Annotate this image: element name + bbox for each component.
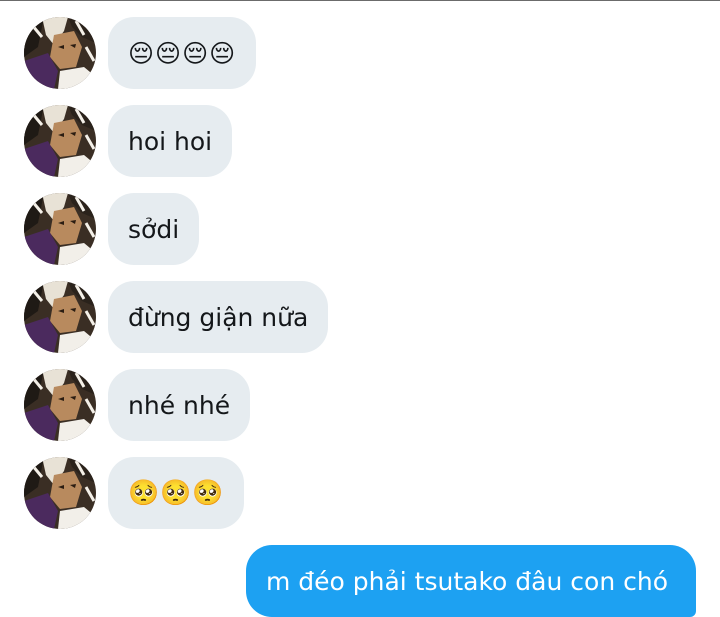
avatar[interactable]	[24, 369, 96, 441]
avatar[interactable]	[24, 17, 96, 89]
message-bubble[interactable]: 🥺🥺🥺	[108, 457, 245, 529]
top-divider	[0, 0, 720, 1]
anime-character-avatar-icon	[24, 281, 96, 353]
avatar[interactable]	[24, 281, 96, 353]
message-bubble[interactable]: hoi hoi	[108, 105, 233, 177]
message-bubble[interactable]: 😔😔😔😔	[108, 17, 257, 89]
received-message: 🥺🥺🥺	[0, 457, 720, 529]
received-message: sởdi	[0, 193, 720, 265]
received-message: hoi hoi	[0, 105, 720, 177]
sent-message-bubble[interactable]: m đéo phải tsutako đâu con chó	[245, 545, 696, 617]
avatar[interactable]	[24, 105, 96, 177]
anime-character-avatar-icon	[24, 105, 96, 177]
received-message: 😔😔😔😔	[0, 17, 720, 89]
anime-character-avatar-icon	[24, 369, 96, 441]
message-bubble[interactable]: sởdi	[108, 193, 200, 265]
anime-character-avatar-icon	[24, 193, 96, 265]
message-bubble[interactable]: đừng giận nữa	[108, 281, 329, 353]
anime-character-avatar-icon	[24, 17, 96, 89]
received-message: nhé nhé	[0, 369, 720, 441]
avatar[interactable]	[24, 457, 96, 529]
message-bubble[interactable]: nhé nhé	[108, 369, 251, 441]
anime-character-avatar-icon	[24, 457, 96, 529]
avatar[interactable]	[24, 193, 96, 265]
received-message: đừng giận nữa	[0, 281, 720, 353]
